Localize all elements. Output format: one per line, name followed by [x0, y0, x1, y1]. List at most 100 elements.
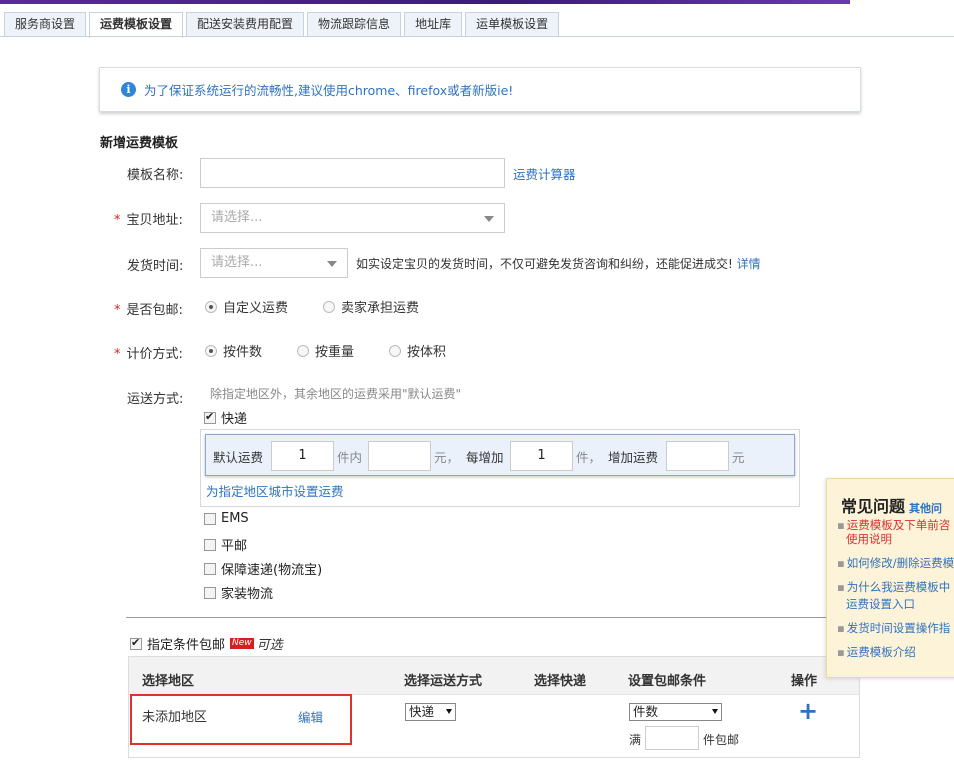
notice-text: 为了保证系统运行的流畅性,建议使用chrome、firefox或者新版ie! [144, 83, 514, 98]
free-shipping-label: 是否包邮: [126, 303, 183, 318]
condition-value: 件数 [633, 704, 659, 719]
checkbox [204, 562, 216, 575]
checkbox-label: 快递 [221, 412, 248, 427]
checkbox-home-logistics[interactable]: 家装物流 [204, 583, 273, 602]
address-select[interactable]: 请选择... [200, 203, 505, 233]
full-qty-input[interactable] [645, 726, 699, 750]
template-name-label: 模板名称: [127, 168, 184, 183]
faq-item-text: 如何修改/删除运费模 [846, 556, 954, 570]
address-label-row: * 宝贝地址: [114, 209, 183, 228]
tab-divider [0, 36, 954, 37]
ship-time-placeholder: 请选择... [211, 255, 263, 270]
radio-by-weight[interactable]: 按重量 [297, 341, 354, 360]
radio-custom-fee[interactable]: 自定义运费 [205, 297, 288, 316]
info-icon: i [121, 82, 136, 97]
header-method: 选择运送方式 [404, 674, 483, 689]
faq-item[interactable]: ▪ 运费模板介绍 [837, 644, 916, 661]
radio-by-volume[interactable]: 按体积 [389, 341, 446, 360]
tab-waybill-template[interactable]: 运单模板设置 [465, 12, 560, 37]
section-title: 新增运费模板 [100, 136, 179, 151]
freight-calculator-link[interactable]: 运费计算器 [513, 164, 576, 183]
header-actions: 操作 [791, 674, 818, 689]
section-divider [126, 617, 866, 618]
yuan-label: 元 [732, 450, 745, 465]
new-badge: New [230, 638, 254, 649]
checkbox-label: 平邮 [221, 539, 248, 554]
checkbox [204, 512, 216, 525]
first-unit-label: 件内 [337, 450, 363, 465]
ship-time-hint: 如实设定宝贝的发货时间，不仅可避免发货咨询和纠纷，还能促进成交! [356, 257, 733, 271]
faq-item-text: 为什么我运费模板中 [846, 580, 951, 594]
add-fee-input[interactable] [666, 441, 729, 471]
checkbox-guaranteed-express[interactable]: 保障速递(物流宝) [204, 559, 322, 578]
radio-dot [323, 300, 335, 313]
bullet: ▪ [837, 645, 845, 659]
conditional-free-label: 指定条件包邮 [147, 638, 226, 653]
ship-time-detail-link[interactable]: 详情 [737, 257, 761, 271]
radio-by-piece[interactable]: 按件数 [205, 341, 262, 360]
add-qty-input[interactable]: 1 [510, 441, 573, 471]
ship-time-select[interactable]: 请选择... [200, 248, 348, 278]
faq-item-text: 发货时间设置操作指 [846, 621, 951, 635]
faq-panel: 常见问题 其他问 ▪ 运费模板及下单前咨 使用说明 ▪ 如何修改/删除运费模 ▪ 为什么… [826, 478, 954, 678]
checkbox-conditional-free[interactable]: 指定条件包邮 New 可选 [130, 634, 283, 653]
tab-delivery-install-fee[interactable]: 配送安装费用配置 [186, 12, 305, 37]
first-fee-input[interactable] [368, 441, 431, 471]
faq-item[interactable]: ▪ 为什么我运费模板中 [837, 579, 950, 596]
faq-item-continued[interactable]: 使用说明 [846, 531, 892, 548]
method-value: 快递 [409, 704, 435, 719]
checkbox-surface-mail[interactable]: 平邮 [204, 535, 247, 554]
first-qty-input[interactable]: 1 [271, 441, 334, 471]
checkbox-checked [204, 410, 216, 424]
required-mark: * [114, 213, 121, 228]
pricing-label-row: * 计价方式: [114, 343, 183, 362]
faq-item[interactable]: ▪ 发货时间设置操作指 [837, 620, 950, 637]
radio-label: 按体积 [407, 345, 447, 360]
template-name-input[interactable] [200, 158, 505, 188]
chevron-down-icon [712, 709, 718, 714]
faq-item[interactable]: ▪ 如何修改/删除运费模 [837, 555, 954, 572]
checkbox-express[interactable]: 快递 [204, 408, 247, 427]
checkbox-label: 保障速递(物流宝) [221, 563, 323, 578]
tab-freight-template[interactable]: 运费模板设置 [89, 12, 184, 38]
condition-select[interactable]: 件数 [629, 703, 722, 721]
tab-bar: 服务商设置 运费模板设置 配送安装费用配置 物流跟踪信息 地址库 运单模板设置 [4, 12, 562, 38]
highlight-box [130, 694, 352, 745]
add-row-icon[interactable]: + [798, 699, 818, 723]
faq-title-row: 常见问题 其他问 [841, 493, 942, 517]
radio-seller-pays[interactable]: 卖家承担运费 [323, 297, 419, 316]
tab-logistics-tracking[interactable]: 物流跟踪信息 [307, 12, 402, 37]
optional-label: 可选 [256, 638, 283, 653]
checkbox-ems[interactable]: EMS [204, 511, 249, 526]
bullet: ▪ [837, 580, 845, 594]
header-region: 选择地区 [142, 674, 195, 689]
full-prefix: 满 [629, 733, 642, 747]
header-condition: 设置包邮条件 [628, 674, 707, 689]
faq-title: 常见问题 [841, 497, 906, 516]
pricing-label: 计价方式: [126, 347, 183, 362]
chevron-down-icon [484, 216, 494, 222]
checkbox-label: EMS [221, 511, 249, 526]
tab-address-library[interactable]: 地址库 [404, 12, 463, 37]
city-rate-link[interactable]: 为指定地区城市设置运费 [206, 481, 344, 500]
full-suffix: 件包邮 [703, 733, 740, 747]
required-mark: * [114, 303, 121, 318]
method-select[interactable]: 快递 [405, 703, 456, 721]
delivery-label: 运送方式: [127, 392, 184, 407]
faq-item-text: 运费模板介绍 [846, 645, 916, 659]
address-placeholder: 请选择... [211, 210, 263, 225]
add-unit-label: 件， [576, 450, 602, 465]
tab-service-provider[interactable]: 服务商设置 [4, 12, 87, 37]
faq-more-link[interactable]: 其他问 [909, 502, 942, 515]
checkbox [204, 538, 216, 551]
radio-dot-checked [205, 300, 217, 313]
address-label: 宝贝地址: [126, 213, 183, 228]
required-mark: * [114, 347, 121, 362]
free-shipping-label-row: * 是否包邮: [114, 299, 183, 318]
ship-time-hint-row: 如实设定宝贝的发货时间，不仅可避免发货咨询和纠纷，还能促进成交! 详情 [356, 255, 761, 272]
radio-dot [389, 344, 401, 357]
checkbox-label: 家装物流 [221, 587, 274, 602]
checkbox-checked [130, 636, 142, 650]
table-header: 选择地区 选择运送方式 选择快递 设置包邮条件 操作 [129, 657, 859, 695]
faq-item-continued[interactable]: 运费设置入口 [846, 596, 915, 613]
